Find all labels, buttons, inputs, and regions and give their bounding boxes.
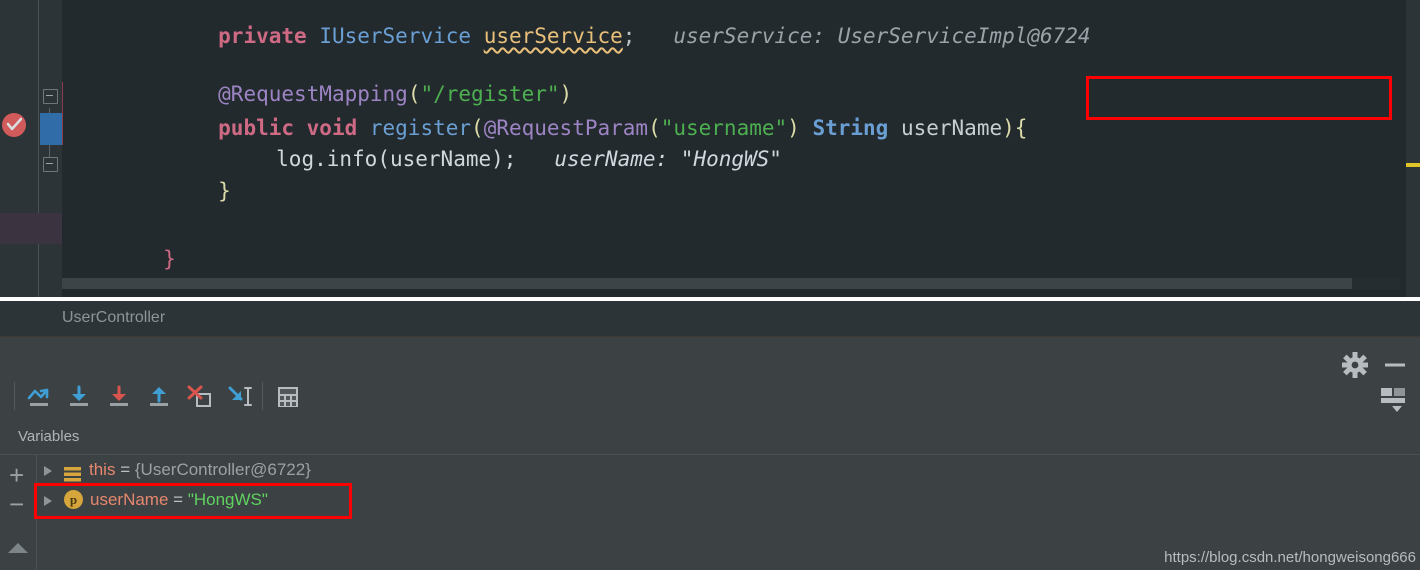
scroll-up-button[interactable] xyxy=(8,543,28,553)
run-to-cursor-button[interactable] xyxy=(222,381,256,413)
debugger-toolbar xyxy=(0,337,1420,422)
fold-collapse-icon[interactable] xyxy=(43,89,58,104)
fold-connector xyxy=(49,108,50,113)
toolbar-divider xyxy=(14,382,15,410)
step-out-button[interactable] xyxy=(142,381,176,413)
token-logger: log xyxy=(276,147,315,171)
table-row[interactable]: this = {UserController@6722} xyxy=(40,455,311,485)
gutter-divider xyxy=(38,0,39,297)
variable-value: {UserController@6722} xyxy=(134,460,311,479)
variables-side-toolbar: + − xyxy=(0,455,36,570)
breakpoint-verified-icon[interactable] xyxy=(2,113,26,137)
code-line-signature: public void register(@RequestParam("user… xyxy=(117,82,1027,140)
editor-left-strip xyxy=(0,0,28,297)
token-field: userService xyxy=(483,24,623,48)
editor-hscrollbar-thumb[interactable] xyxy=(62,278,1352,289)
variables-header: Variables xyxy=(0,422,1420,454)
token-keyword: private xyxy=(218,24,320,48)
token-identifier: userName xyxy=(389,147,492,171)
code-line-annotation: @RequestMapping("/register") xyxy=(117,48,572,106)
inline-debug-hint: userService: UserServiceImpl@6724 xyxy=(635,24,1091,48)
token-dot: . xyxy=(314,147,327,171)
indent-guide xyxy=(62,82,63,113)
drop-frame-button[interactable] xyxy=(182,381,216,413)
token-type: String xyxy=(812,116,901,140)
ide-window: private IUserService userService; userSe… xyxy=(0,0,1420,570)
variable-name: this xyxy=(89,460,116,479)
step-into-button[interactable] xyxy=(62,381,96,413)
debug-frames-tabbar[interactable]: UserController xyxy=(0,301,1420,337)
code-line-field: private IUserService userService; userSe… xyxy=(117,0,1090,48)
editor-fold-column[interactable] xyxy=(40,0,62,297)
watermark-text: https://blog.csdn.net/hongweisong666 xyxy=(1164,549,1416,566)
token-brace: { xyxy=(1014,116,1028,140)
force-step-into-button[interactable] xyxy=(102,381,136,413)
token-method: info xyxy=(326,147,378,171)
settings-gear-icon[interactable] xyxy=(1338,349,1372,381)
variable-equals-sign: = xyxy=(120,460,131,479)
step-over-button[interactable] xyxy=(22,381,56,413)
code-editor[interactable]: private IUserService userService; userSe… xyxy=(0,0,1420,297)
token-paren: ) xyxy=(787,116,813,140)
remove-watch-button[interactable]: − xyxy=(9,491,24,517)
expand-chevron-right-icon[interactable] xyxy=(44,465,52,476)
hide-minimize-icon[interactable] xyxy=(1378,349,1412,381)
inline-debug-hint: userName: "HongWS" xyxy=(516,147,782,171)
add-watch-button[interactable]: + xyxy=(9,462,24,488)
warning-marker-icon[interactable] xyxy=(1406,163,1420,167)
fold-connector xyxy=(49,145,50,157)
token-paren: ) xyxy=(1002,116,1015,140)
annotation-box-inline-hint xyxy=(1086,76,1392,120)
token-brace: } xyxy=(218,179,231,203)
debugger-panel: Variables + − this = {UserController@672… xyxy=(0,337,1420,570)
code-line-executing: log.info(userName); userName: "HongWS" xyxy=(175,113,782,171)
editor-marker-gutter[interactable] xyxy=(1406,0,1420,297)
tabbar-left-pad xyxy=(0,301,48,337)
evaluate-expression-button[interactable] xyxy=(270,381,304,413)
annotation-box-username-variable xyxy=(34,483,352,519)
token-punct: ; xyxy=(622,24,636,48)
token-paren: ( xyxy=(377,147,390,171)
fold-collapse-icon[interactable] xyxy=(43,157,58,172)
token-paren: ); xyxy=(491,147,517,171)
token-brace: } xyxy=(163,247,176,271)
token-type: IUserService xyxy=(319,24,484,48)
object-node-icon xyxy=(64,462,81,482)
code-line-class-close: } xyxy=(62,213,176,271)
code-line-method-close: } xyxy=(117,145,231,203)
toolbar-divider xyxy=(262,382,263,410)
indent-guide xyxy=(62,113,63,145)
code-canvas[interactable]: private IUserService userService; userSe… xyxy=(62,0,1420,297)
variables-title: Variables xyxy=(18,428,80,445)
layout-settings-icon[interactable] xyxy=(1376,383,1410,415)
tab-usercontroller[interactable]: UserController xyxy=(62,309,165,327)
token-identifier: userName xyxy=(900,116,1003,140)
